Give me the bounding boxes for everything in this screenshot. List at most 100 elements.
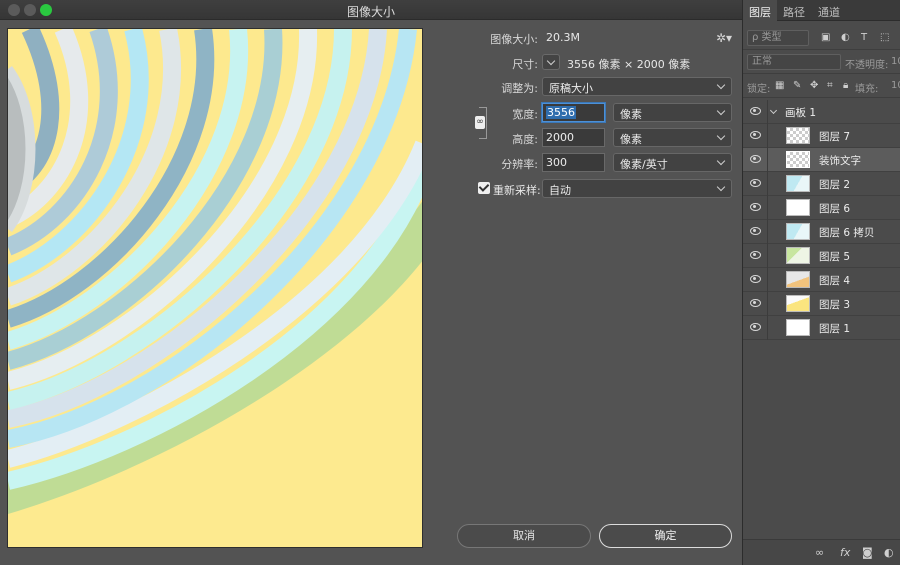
layer-row[interactable]: 图层 7 bbox=[743, 124, 900, 148]
lock-position-icon[interactable]: ✥ bbox=[810, 80, 818, 91]
lock-image-icon[interactable]: ✎ bbox=[793, 80, 801, 91]
title-bar: 图像大小 bbox=[0, 0, 742, 20]
tab-channels[interactable]: 通道 bbox=[818, 4, 840, 20]
eye-icon[interactable] bbox=[750, 179, 761, 187]
chevron-down-icon[interactable] bbox=[769, 106, 778, 115]
type-filter-icon[interactable]: T bbox=[861, 32, 867, 43]
width-input[interactable]: 3556 bbox=[542, 103, 605, 122]
image-filter-icon[interactable]: ▣ bbox=[821, 32, 830, 43]
cancel-button[interactable]: 取消 bbox=[457, 524, 591, 548]
image-preview[interactable] bbox=[7, 28, 423, 548]
layer-thumbnail bbox=[786, 319, 810, 336]
eye-icon[interactable] bbox=[750, 155, 761, 163]
lock-all-icon[interactable]: 🔒︎ bbox=[843, 80, 848, 91]
chevron-down-icon bbox=[716, 182, 726, 192]
fill-label: 填充: bbox=[855, 84, 879, 95]
layer-name: 图层 4 bbox=[819, 275, 851, 287]
layer-thumbnail bbox=[786, 199, 810, 216]
blend-row: 正常 不透明度: 10 bbox=[743, 50, 900, 74]
dimensions-label: 尺寸: bbox=[512, 58, 538, 71]
ok-button[interactable]: 确定 bbox=[599, 524, 732, 548]
resolution-label: 分辨率: bbox=[501, 158, 538, 171]
width-label: 宽度: bbox=[512, 108, 538, 121]
eye-icon[interactable] bbox=[750, 323, 761, 331]
height-value: 2000 bbox=[546, 131, 574, 144]
layer-row[interactable]: 图层 5 bbox=[743, 244, 900, 268]
layer-name: 图层 2 bbox=[819, 179, 851, 191]
eye-icon[interactable] bbox=[750, 203, 761, 211]
lock-transparent-icon[interactable]: ▦ bbox=[775, 80, 784, 91]
layer-name: 图层 7 bbox=[819, 131, 851, 143]
layer-row[interactable]: 图层 6 拷贝 bbox=[743, 220, 900, 244]
lock-row: 锁定: ▦ ✎ ✥ ⌗ 🔒︎ 填充: 10 bbox=[743, 74, 900, 98]
height-input[interactable]: 2000 bbox=[542, 128, 605, 147]
layer-row-selected[interactable]: 装饰文字 bbox=[743, 148, 900, 172]
resample-label: 重新采样: bbox=[493, 184, 541, 197]
tab-layers[interactable]: 图层 bbox=[749, 4, 771, 20]
fill-value[interactable]: 10 bbox=[891, 80, 900, 91]
layer-row[interactable]: 图层 4 bbox=[743, 268, 900, 292]
layer-name: 图层 3 bbox=[819, 299, 851, 311]
layer-name: 图层 1 bbox=[819, 323, 851, 335]
layer-name: 图层 6 bbox=[819, 203, 851, 215]
resolution-unit: 像素/英寸 bbox=[620, 158, 668, 171]
layer-name: 装饰文字 bbox=[819, 155, 861, 167]
layer-row[interactable]: 图层 2 bbox=[743, 172, 900, 196]
gear-icon[interactable]: ✲▾ bbox=[716, 31, 732, 45]
width-unit-select[interactable]: 像素 bbox=[613, 103, 732, 122]
dialog-title: 图像大小 bbox=[346, 5, 395, 19]
blend-mode-select[interactable]: 正常 bbox=[747, 54, 841, 70]
resample-checkbox[interactable] bbox=[478, 182, 490, 194]
layer-filter-select[interactable]: ρ 类型 bbox=[747, 30, 809, 46]
resolution-input[interactable]: 300 bbox=[542, 153, 605, 172]
link-layers-icon[interactable]: ∞ bbox=[815, 546, 824, 559]
panel-tabs: 图层 路径 通道 bbox=[743, 0, 900, 21]
chevron-down-icon bbox=[716, 131, 726, 141]
lock-label: 锁定: bbox=[747, 84, 771, 95]
layer-thumbnail bbox=[786, 223, 810, 240]
fit-to-label: 调整为: bbox=[501, 82, 538, 95]
resolution-value: 300 bbox=[546, 156, 567, 169]
adjustment-layer-icon[interactable]: ◐ bbox=[884, 546, 894, 559]
preview-artwork bbox=[8, 29, 422, 547]
height-unit-select[interactable]: 像素 bbox=[613, 128, 732, 147]
layer-group-artboard[interactable]: 画板 1 bbox=[743, 100, 900, 124]
layer-thumbnail bbox=[786, 271, 810, 288]
eye-icon[interactable] bbox=[750, 275, 761, 283]
eye-icon[interactable] bbox=[750, 227, 761, 235]
resolution-unit-select[interactable]: 像素/英寸 bbox=[613, 153, 732, 172]
dimensions-value: 3556 像素 × 2000 像素 bbox=[567, 58, 691, 71]
layer-row[interactable]: 图层 3 bbox=[743, 292, 900, 316]
chevron-down-icon bbox=[716, 80, 726, 90]
shape-filter-icon[interactable]: ⬚ bbox=[880, 32, 889, 43]
chevron-down-icon bbox=[546, 56, 556, 66]
layer-name: 图层 6 拷贝 bbox=[819, 227, 875, 239]
fit-to-select[interactable]: 原稿大小 bbox=[542, 77, 732, 96]
height-unit: 像素 bbox=[620, 133, 642, 146]
width-value: 3556 bbox=[546, 106, 576, 119]
height-label: 高度: bbox=[512, 133, 538, 146]
layer-name: 图层 5 bbox=[819, 251, 851, 263]
layer-row[interactable]: 图层 1 bbox=[743, 316, 900, 340]
dimensions-unit-toggle[interactable] bbox=[542, 54, 560, 70]
chevron-down-icon bbox=[716, 156, 726, 166]
layer-filter-row: ρ 类型 ▣ ◐ T ⬚ bbox=[743, 26, 900, 50]
eye-icon[interactable] bbox=[750, 131, 761, 139]
adjustment-filter-icon[interactable]: ◐ bbox=[841, 32, 850, 43]
group-name: 画板 1 bbox=[785, 107, 817, 119]
mask-icon[interactable]: ◙ bbox=[862, 546, 873, 559]
resample-select[interactable]: 自动 bbox=[542, 179, 732, 198]
image-size-label: 图像大小: bbox=[490, 33, 538, 46]
layer-thumbnail bbox=[786, 127, 810, 144]
layer-thumbnail bbox=[786, 151, 810, 168]
image-size-dialog: 图像大小 图像大小: 20.3M ✲▾ 尺寸: 3556 像素 × 2000 像… bbox=[0, 0, 742, 565]
fx-icon[interactable]: fx bbox=[840, 546, 850, 559]
eye-icon[interactable] bbox=[750, 251, 761, 259]
tab-paths[interactable]: 路径 bbox=[783, 4, 805, 20]
layer-row[interactable]: 图层 6 bbox=[743, 196, 900, 220]
layer-thumbnail bbox=[786, 175, 810, 192]
lock-artboard-icon[interactable]: ⌗ bbox=[827, 80, 833, 91]
eye-icon[interactable] bbox=[750, 299, 761, 307]
opacity-value[interactable]: 10 bbox=[891, 56, 900, 67]
eye-icon[interactable] bbox=[750, 107, 761, 115]
